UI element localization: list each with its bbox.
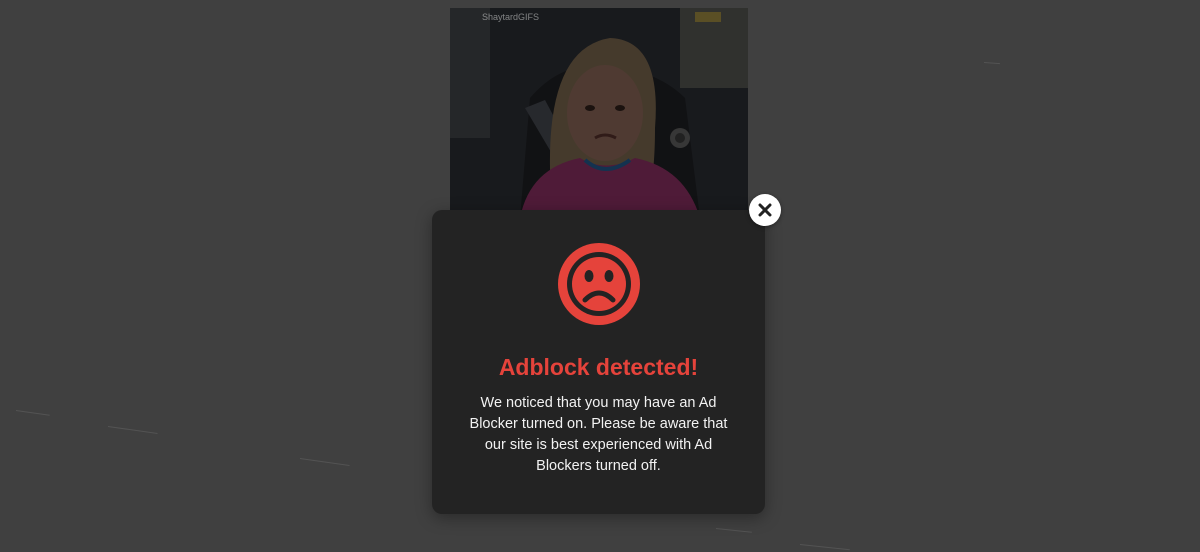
- backdrop-streak: [799, 544, 850, 551]
- gif-image: ShaytardGIFS: [450, 8, 748, 218]
- backdrop-streak: [983, 62, 1000, 65]
- backdrop-streak: [107, 426, 158, 434]
- sad-face-icon: [558, 243, 640, 325]
- backdrop-streak: [15, 410, 50, 416]
- modal-title: Adblock detected!: [498, 354, 699, 380]
- gif-watermark: ShaytardGIFS: [482, 12, 540, 22]
- close-button[interactable]: [749, 194, 781, 226]
- backdrop-streak: [299, 458, 350, 466]
- backdrop-streak: [715, 528, 752, 533]
- gif-dim-overlay: [450, 8, 748, 218]
- modal-message: We noticed that you may have an Ad Block…: [469, 395, 728, 474]
- close-icon: [758, 203, 772, 217]
- adblock-modal: Adblock detected! We noticed that you ma…: [432, 210, 765, 514]
